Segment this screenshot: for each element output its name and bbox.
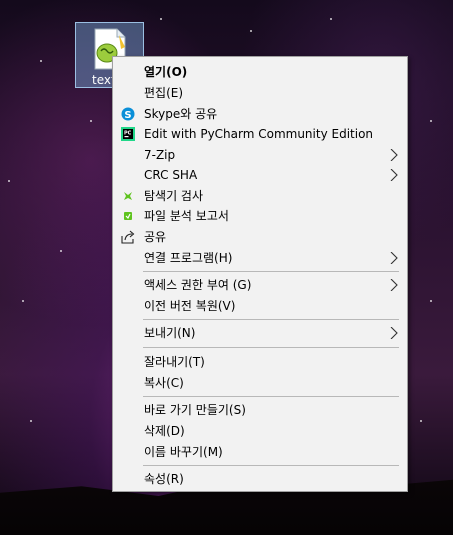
chevron-right-icon (390, 279, 398, 291)
menu-item-give-access[interactable]: 액세스 권한 부여 (G) (115, 275, 405, 295)
menu-item-create-shortcut[interactable]: 바로 가기 만들기(S) (115, 400, 405, 420)
menu-item-open[interactable]: 열기(O) (115, 62, 405, 82)
menu-item-label: 바로 가기 만들기(S) (144, 403, 246, 417)
chevron-right-icon (390, 149, 398, 161)
menu-item-edit[interactable]: 편집(E) (115, 83, 405, 103)
menu-item-label: 속성(R) (144, 472, 184, 486)
menu-item-7zip[interactable]: 7-Zip (115, 145, 405, 165)
menu-item-label: 7-Zip (144, 148, 176, 162)
menu-item-label: 보내기(N) (144, 326, 196, 340)
menu-item-edit-with-pycharm[interactable]: PC Edit with PyCharm Community Edition (115, 124, 405, 144)
menu-item-label: Edit with PyCharm Community Edition (144, 127, 374, 141)
menu-item-label: 편집(E) (144, 86, 184, 100)
menu-item-label: 연결 프로그램(H) (144, 251, 233, 265)
skype-icon: S (121, 107, 135, 121)
chevron-right-icon (390, 252, 398, 264)
svg-text:PC: PC (124, 131, 132, 137)
menu-item-copy[interactable]: 복사(C) (115, 373, 405, 393)
menu-item-label: Skype와 공유 (144, 107, 218, 121)
menu-separator (143, 396, 399, 397)
menu-item-properties[interactable]: 속성(R) (115, 469, 405, 489)
chevron-right-icon (390, 327, 398, 339)
menu-item-label: 이름 바꾸기(M) (144, 445, 223, 459)
menu-item-label: 액세스 권한 부여 (G) (144, 278, 252, 292)
pycharm-icon: PC (121, 127, 135, 141)
analysis-report-icon (124, 212, 132, 220)
menu-item-label: 공유 (144, 230, 167, 244)
context-menu: 열기(O) 편집(E) S Skype와 공유 PC Edit with PyC… (112, 56, 408, 492)
menu-item-rename[interactable]: 이름 바꾸기(M) (115, 442, 405, 462)
menu-item-label: 잘라내기(T) (144, 355, 205, 369)
menu-item-cut[interactable]: 잘라내기(T) (115, 352, 405, 372)
menu-item-label: 이전 버전 복원(V) (144, 299, 236, 313)
menu-item-label: 열기(O) (144, 65, 188, 79)
menu-item-label: 파일 분석 보고서 (144, 209, 229, 223)
menu-item-crc-sha[interactable]: CRC SHA (115, 165, 405, 185)
share-icon (121, 230, 135, 244)
menu-item-virus-scan[interactable]: 탐색기 검사 (115, 186, 405, 206)
menu-item-analysis-report[interactable]: 파일 분석 보고서 (115, 206, 405, 226)
menu-item-delete[interactable]: 삭제(D) (115, 421, 405, 441)
menu-separator (143, 347, 399, 348)
menu-separator (143, 465, 399, 466)
svg-text:S: S (124, 110, 131, 121)
menu-item-label: 삭제(D) (144, 424, 185, 438)
menu-item-share[interactable]: 공유 (115, 227, 405, 247)
menu-separator (143, 271, 399, 272)
menu-item-open-with[interactable]: 연결 프로그램(H) (115, 248, 405, 268)
menu-item-skype-share[interactable]: S Skype와 공유 (115, 104, 405, 124)
menu-item-label: 복사(C) (144, 376, 184, 390)
menu-item-label: 탐색기 검사 (144, 189, 204, 203)
menu-item-send-to[interactable]: 보내기(N) (115, 323, 405, 343)
menu-item-label: CRC SHA (144, 168, 198, 182)
chevron-right-icon (390, 169, 398, 181)
menu-item-restore-previous[interactable]: 이전 버전 복원(V) (115, 296, 405, 316)
menu-separator (143, 319, 399, 320)
virus-scan-icon (124, 192, 132, 200)
